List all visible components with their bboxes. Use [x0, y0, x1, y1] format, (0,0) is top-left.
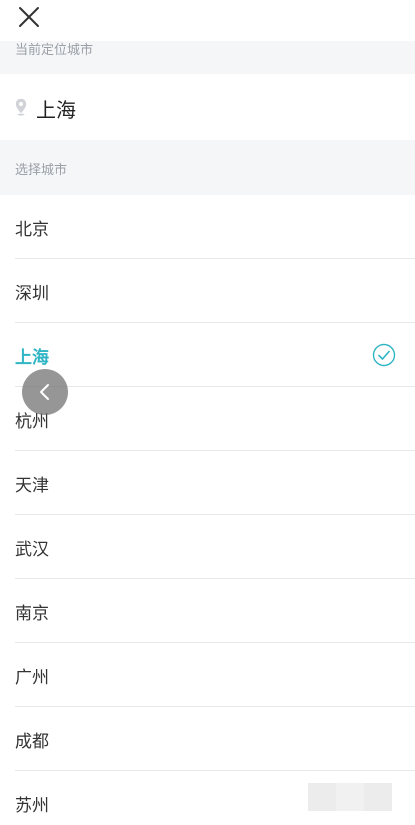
city-list-item[interactable]: 南京 — [15, 579, 415, 643]
city-list-item[interactable]: 武汉 — [15, 515, 415, 579]
city-name: 深圳 — [15, 284, 49, 304]
city-name: 武汉 — [15, 540, 49, 560]
current-city-row[interactable]: 上海 — [0, 74, 415, 140]
city-list: 北京深圳上海杭州天津武汉南京广州成都苏州 — [0, 195, 415, 825]
city-name: 苏州 — [15, 796, 49, 816]
select-city-header: 选择城市 — [0, 140, 415, 195]
chevron-left-icon — [40, 384, 49, 400]
select-city-label: 选择城市 — [15, 163, 68, 178]
check-circle-icon — [372, 343, 396, 367]
city-name: 北京 — [15, 220, 49, 240]
city-list-item[interactable]: 深圳 — [15, 259, 415, 323]
close-icon — [19, 7, 39, 27]
city-list-item[interactable]: 广州 — [15, 643, 415, 707]
redacted-block — [364, 783, 392, 811]
city-name: 成都 — [15, 732, 49, 752]
city-picker-screen: 当前定位城市 上海 选择城市 北京 深圳 上海 杭州 天津 武汉 南京 广州 成都 苏州 — [0, 0, 415, 825]
city-name: 上海 — [15, 348, 49, 368]
redacted-block — [336, 783, 364, 811]
back-button[interactable] — [22, 369, 68, 415]
city-name: 广州 — [15, 668, 49, 688]
city-name: 天津 — [15, 476, 49, 496]
close-button[interactable] — [14, 2, 44, 32]
city-list-item[interactable]: 北京 — [15, 195, 415, 259]
redacted-block — [308, 783, 336, 811]
top-bar — [0, 0, 415, 41]
city-name: 南京 — [15, 604, 49, 624]
city-list-item[interactable]: 上海 — [15, 323, 415, 387]
city-list-item[interactable]: 成都 — [15, 707, 415, 771]
city-list-item[interactable]: 杭州 — [15, 387, 415, 451]
city-list-item[interactable]: 天津 — [15, 451, 415, 515]
current-location-header: 当前定位城市 — [0, 38, 415, 74]
current-city-name: 上海 — [36, 98, 76, 122]
location-pin-icon — [15, 98, 27, 116]
current-location-label: 当前定位城市 — [15, 43, 94, 58]
